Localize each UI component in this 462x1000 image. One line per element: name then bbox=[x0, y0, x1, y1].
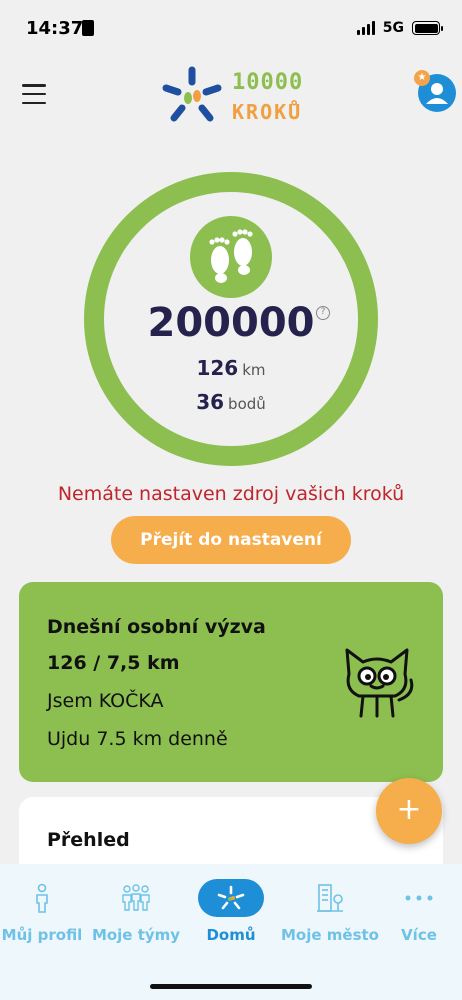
daily-challenge-card[interactable]: Dnešní osobní výzva 126 / 7,5 km Jsem KO… bbox=[19, 582, 443, 782]
bottom-tab-bar: Můj profil Moje týmy Domů Moje město Víc… bbox=[0, 864, 462, 1000]
points-readout: 36 bodů bbox=[0, 390, 462, 414]
person-icon bbox=[36, 883, 48, 913]
distance-value: 126 bbox=[196, 356, 239, 380]
challenge-goal: Ujdu 7.5 km denně bbox=[47, 728, 228, 750]
logo-text-number: 10000 bbox=[232, 70, 304, 95]
tab-label: Domů bbox=[206, 926, 256, 944]
home-logo-icon bbox=[217, 885, 245, 910]
tab-label: Moje město bbox=[281, 926, 379, 944]
signal-icon bbox=[356, 21, 375, 35]
logo-star-icon bbox=[162, 66, 222, 122]
help-icon[interactable]: ? bbox=[316, 306, 330, 320]
more-dots-icon bbox=[405, 895, 433, 901]
tab-my-city[interactable]: Moje město bbox=[278, 878, 382, 958]
app-header: 10000 KROKŮ ★ bbox=[0, 58, 462, 138]
city-icon bbox=[317, 884, 343, 912]
contact-card-icon bbox=[82, 20, 94, 36]
logo-text-word: KROKŮ bbox=[232, 100, 303, 124]
tab-more[interactable]: Více bbox=[386, 878, 452, 958]
star-icon: ★ bbox=[414, 70, 430, 86]
menu-icon[interactable] bbox=[22, 84, 46, 104]
go-to-settings-button[interactable]: Přejít do nastavení bbox=[111, 516, 351, 564]
status-indicators: 5G bbox=[356, 20, 443, 36]
network-type: 5G bbox=[382, 20, 404, 36]
step-source-warning: Nemáte nastaven zdroj vašich kroků bbox=[57, 483, 405, 505]
challenge-name: Jsem KOČKA bbox=[47, 690, 164, 712]
tab-label: Můj profil bbox=[1, 926, 83, 944]
steps-count: 200000 bbox=[147, 300, 315, 346]
distance-readout: 126 km bbox=[0, 356, 462, 380]
battery-icon bbox=[412, 21, 443, 35]
tab-home[interactable]: Domů bbox=[190, 878, 272, 958]
footprints-icon bbox=[209, 229, 253, 283]
team-icon bbox=[122, 884, 150, 911]
tab-my-profile[interactable]: Můj profil bbox=[0, 878, 84, 958]
distance-unit: km bbox=[242, 361, 266, 379]
footprints-badge bbox=[190, 216, 272, 298]
status-bar: 14:37 5G bbox=[0, 0, 462, 58]
profile-avatar-button[interactable]: ★ bbox=[414, 70, 456, 112]
add-button[interactable]: + bbox=[376, 778, 442, 844]
overview-title: Přehled bbox=[47, 829, 130, 851]
points-unit: bodů bbox=[228, 395, 266, 413]
home-indicator bbox=[150, 984, 312, 989]
tab-my-teams[interactable]: Moje týmy bbox=[88, 878, 184, 958]
cat-icon bbox=[345, 648, 414, 718]
status-time: 14:37 bbox=[26, 18, 84, 39]
challenge-progress: 126 / 7,5 km bbox=[47, 652, 180, 674]
challenge-title: Dnešní osobní výzva bbox=[47, 616, 266, 638]
active-tab-pill bbox=[198, 879, 264, 917]
tab-label: Moje týmy bbox=[91, 926, 181, 944]
tab-label: Více bbox=[401, 926, 437, 944]
app-logo: 10000 KROKŮ bbox=[160, 64, 310, 128]
points-value: 36 bbox=[196, 390, 225, 414]
